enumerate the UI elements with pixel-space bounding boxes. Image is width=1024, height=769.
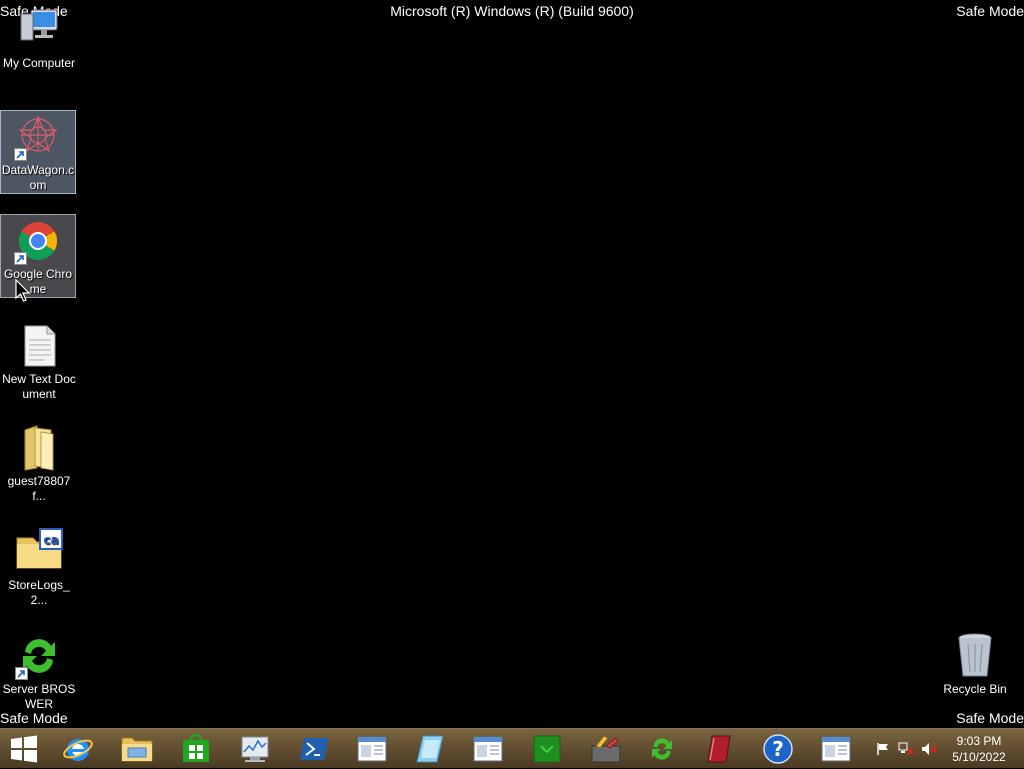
sync-arrows-icon [15,632,63,680]
clock-date: 5/10/2022 [952,750,1006,764]
book-icon[interactable] [700,732,740,766]
desktop-icon-label: Server BROSWER [2,682,76,711]
desktop-icon-label: My Computer [2,56,76,70]
desktop-icon-label: guest78807f... [7,474,71,503]
help-icon[interactable]: ? [758,732,798,766]
chrome-icon [14,217,62,265]
tools-icon[interactable] [586,732,626,766]
desktop-icon-guest-folder[interactable]: guest78807f... [1,424,77,504]
desktop-icon-google-chrome[interactable]: Google Chrome [0,214,76,298]
windows-start-icon[interactable] [4,732,44,766]
datawagon-icon [14,113,62,161]
network-error-icon[interactable] [894,742,918,756]
recycle-bin-icon [951,632,999,680]
system-tray [872,729,940,769]
desktop-icon-new-text-document[interactable]: New Text Document [1,322,77,402]
desktop-icon-datawagon[interactable]: DataWagon.com [0,110,76,194]
powershell-icon[interactable] [294,732,334,766]
desktop-icon-my-computer[interactable]: My Computer [1,8,77,71]
safe-mode-label-top-right: Safe Mode [956,3,1024,19]
desktop-icon-storelogs[interactable]: ca StoreLogs_2... [1,528,77,608]
svg-text:ca: ca [43,533,58,547]
safe-mode-label-bottom-right: Safe Mode [956,710,1024,726]
performance-monitor-icon[interactable] [235,732,275,766]
green-app-icon[interactable] [527,732,567,766]
desktop-icon-label: Recycle Bin [943,682,1007,696]
desktop-icon-label: StoreLogs_2... [8,578,70,607]
taskbar-clock[interactable]: 9:03 PM 5/10/2022 [948,733,1010,765]
mouse-cursor-icon [15,278,31,308]
window-app-icon[interactable] [816,732,856,766]
computer-icon [15,8,63,54]
desktop-icon-label: DataWagon.com [1,163,75,192]
notepad-icon[interactable] [410,732,450,766]
window-app-icon[interactable] [468,732,508,766]
desktop-icon-recycle-bin[interactable]: Recycle Bin [937,632,1013,697]
safe-mode-label-bottom-left: Safe Mode [0,710,68,726]
taskbar: ? 9:03 PM 5/10/2022 [0,728,1024,768]
storelogs-icon: ca [15,528,63,576]
shortcut-arrow-icon [15,667,28,680]
window-app-icon[interactable] [352,732,392,766]
desktop-icon-label: New Text Document [2,372,76,401]
volume-muted-icon[interactable] [918,742,940,756]
windows-build-label: Microsoft (R) Windows (R) (Build 9600) [390,3,634,19]
clock-time: 9:03 PM [956,734,1002,748]
folder-icon [15,424,63,472]
shortcut-arrow-icon [14,148,27,161]
text-document-icon [15,322,63,370]
store-icon[interactable] [176,732,216,766]
svg-text:?: ? [772,737,784,761]
flag-icon[interactable] [872,742,894,756]
desktop-icon-label: Google Chrome [3,267,73,296]
internet-explorer-icon[interactable] [58,732,98,766]
desktop-icon-server-broswer[interactable]: Server BROSWER [1,632,77,712]
sync-arrows-icon[interactable] [642,732,682,766]
shortcut-arrow-icon [14,252,27,265]
file-explorer-icon[interactable] [117,732,157,766]
